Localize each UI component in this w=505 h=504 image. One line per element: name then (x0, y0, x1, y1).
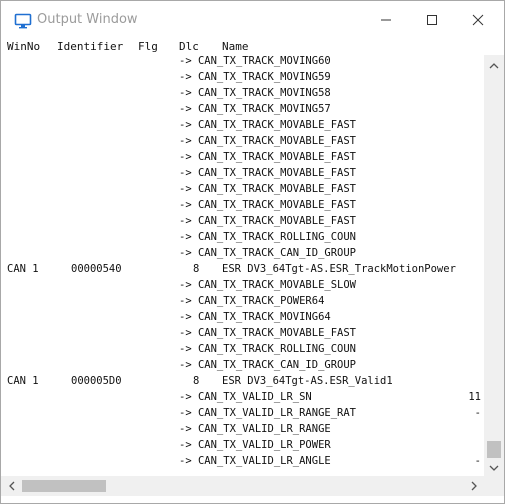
signal-name: -> CAN_TX_TRACK_MOVABLE_FAST (179, 167, 357, 179)
signal-name: -> CAN_TX_TRACK_MOVING58 (179, 87, 331, 99)
signal-row[interactable]: -> CAN_TX_TRACK_MOVABLE_FAST (1, 150, 484, 166)
signal-name: -> CAN_TX_TRACK_MOVABLE_FAST (179, 151, 357, 163)
title-bar[interactable]: Output Window (1, 1, 504, 39)
chevron-up-icon (489, 62, 499, 68)
signal-name: -> CAN_TX_TRACK_MOVABLE_FAST (179, 135, 357, 147)
monitor-icon (14, 13, 32, 29)
signal-name: -> CAN_TX_VALID_LR_SN (179, 391, 312, 403)
signal-row[interactable]: -> CAN_TX_VALID_LR_POWER (1, 438, 484, 454)
message-name: ESR DV3_64Tgt-AS.ESR_Valid1 (222, 375, 393, 387)
signal-value: - (474, 407, 481, 419)
signal-name: -> CAN_TX_TRACK_CAN_ID_GROUP (179, 359, 357, 371)
signal-name: -> CAN_TX_TRACK_CAN_ID_GROUP (179, 247, 357, 259)
vertical-scrollbar[interactable] (484, 55, 504, 476)
signal-row[interactable]: -> CAN_TX_TRACK_ROLLING_COUN (1, 342, 484, 358)
chevron-down-icon (489, 465, 499, 471)
signal-name: -> CAN_TX_TRACK_MOVING59 (179, 71, 331, 83)
signal-name: -> CAN_TX_TRACK_MOVING57 (179, 103, 331, 115)
signal-row[interactable]: -> CAN_TX_TRACK_MOVABLE_FAST (1, 134, 484, 150)
window-title: Output Window (37, 12, 138, 27)
signal-name: -> CAN_TX_TRACK_ROLLING_COUN (179, 231, 357, 243)
minimize-button[interactable] (363, 1, 409, 39)
signal-name: -> CAN_TX_VALID_LR_RANGE_RAT (179, 407, 357, 419)
signal-row[interactable]: -> CAN_TX_TRACK_MOVABLE_FAST (1, 118, 484, 134)
message-identifier: 000005D0 (71, 375, 122, 387)
signal-name: -> CAN_TX_TRACK_MOVABLE_SLOW (179, 279, 357, 291)
signal-row[interactable]: -> CAN_TX_TRACK_CAN_ID_GROUP (1, 358, 484, 374)
maximize-icon (427, 15, 437, 25)
scroll-left-button[interactable] (3, 476, 20, 496)
signal-name: -> CAN_TX_VALID_LR_ANGLE (179, 455, 331, 467)
signal-row[interactable]: -> CAN_TX_TRACK_MOVING60 (1, 55, 484, 70)
signal-name: -> CAN_TX_TRACK_MOVABLE_FAST (179, 183, 357, 195)
column-header-winno[interactable]: WinNo (7, 40, 40, 53)
signal-name: -> CAN_TX_TRACK_MOVING64 (179, 311, 331, 323)
vertical-scroll-thumb[interactable] (487, 441, 501, 458)
column-header-row: WinNo Identifier Flg Dlc Name (1, 39, 504, 55)
message-row[interactable]: CAN 1 00000540 8 ESR DV3_64Tgt-AS.ESR_Track… (1, 262, 484, 278)
output-window: Output Window WinNo Identifier Flg Dlc N… (0, 0, 505, 504)
message-winno: CAN 1 (7, 263, 39, 275)
signal-row[interactable]: -> CAN_TX_VALID_LR_ANGLE - (1, 454, 484, 470)
close-icon (472, 14, 484, 26)
signal-name: -> CAN_TX_TRACK_MOVABLE_FAST (179, 119, 357, 131)
signal-name: -> CAN_TX_TRACK_ROLLING_COUN (179, 343, 357, 355)
signal-name: -> CAN_TX_VALID_LR_RANGE (179, 423, 331, 435)
column-header-dlc[interactable]: Dlc (179, 40, 199, 53)
signal-name: -> CAN_TX_VALID_LR_POWER (179, 439, 331, 451)
horizontal-scroll-thumb[interactable] (22, 480, 106, 492)
close-button[interactable] (455, 1, 501, 39)
column-header-name[interactable]: Name (222, 40, 249, 53)
signal-row[interactable]: -> CAN_TX_TRACK_MOVABLE_SLOW (1, 278, 484, 294)
signal-row[interactable]: -> CAN_TX_VALID_LR_RANGE_RAT - (1, 406, 484, 422)
signal-row[interactable]: -> CAN_TX_TRACK_MOVABLE_FAST (1, 182, 484, 198)
horizontal-scrollbar[interactable] (1, 476, 484, 496)
signal-row[interactable]: -> CAN_TX_TRACK_MOVABLE_FAST (1, 326, 484, 342)
message-dlc: 8 (193, 263, 200, 275)
signal-row[interactable]: -> CAN_TX_TRACK_MOVING58 (1, 86, 484, 102)
signal-row[interactable]: -> CAN_TX_TRACK_MOVABLE_FAST (1, 166, 484, 182)
column-header-identifier[interactable]: Identifier (57, 40, 123, 53)
message-dlc: 8 (193, 375, 200, 387)
signal-row[interactable]: -> CAN_TX_TRACK_MOVING64 (1, 310, 484, 326)
signal-row[interactable]: -> CAN_TX_VALID_LR_SN 11 (1, 390, 484, 406)
message-row[interactable]: CAN 1 000005D0 8 ESR DV3_64Tgt-AS.ESR_Valid… (1, 374, 484, 390)
signal-row[interactable]: -> CAN_TX_TRACK_MOVABLE_FAST (1, 214, 484, 230)
signal-row[interactable]: -> CAN_TX_TRACK_ROLLING_COUN (1, 230, 484, 246)
signal-name: -> CAN_TX_TRACK_POWER64 (179, 295, 325, 307)
signal-value: 11 (468, 391, 481, 403)
signal-name: -> CAN_TX_TRACK_MOVABLE_FAST (179, 327, 357, 339)
message-name: ESR DV3_64Tgt-AS.ESR_TrackMotionPower (222, 263, 456, 275)
maximize-button[interactable] (409, 1, 455, 39)
signal-row[interactable]: -> CAN_TX_TRACK_MOVING57 (1, 102, 484, 118)
signal-name: -> CAN_TX_TRACK_MOVING60 (179, 55, 331, 67)
chevron-right-icon (471, 481, 477, 491)
signal-row[interactable]: -> CAN_TX_TRACK_MOVABLE_FAST (1, 198, 484, 214)
message-identifier: 00000540 (71, 263, 122, 275)
chevron-left-icon (8, 481, 14, 491)
message-winno: CAN 1 (7, 375, 39, 387)
signal-row[interactable]: -> CAN_TX_TRACK_POWER64 (1, 294, 484, 310)
column-header-flg[interactable]: Flg (138, 40, 158, 53)
signal-row[interactable]: -> CAN_TX_TRACK_CAN_ID_GROUP (1, 246, 484, 262)
scroll-right-button[interactable] (465, 476, 482, 496)
signal-row[interactable]: -> CAN_TX_VALID_LR_RANGE (1, 422, 484, 438)
signal-name: -> CAN_TX_TRACK_MOVABLE_FAST (179, 215, 357, 227)
output-list[interactable]: -> CAN_TX_TRACK_MOVING60 -> CAN_TX_TRACK_… (1, 55, 484, 476)
scroll-up-button[interactable] (484, 57, 504, 74)
scroll-down-button[interactable] (484, 459, 504, 476)
signal-name: -> CAN_TX_TRACK_MOVABLE_FAST (179, 199, 357, 211)
signal-value: - (474, 455, 481, 467)
signal-row[interactable]: -> CAN_TX_TRACK_MOVING59 (1, 70, 484, 86)
scrollbar-corner (484, 476, 504, 496)
minimize-icon (381, 19, 391, 21)
